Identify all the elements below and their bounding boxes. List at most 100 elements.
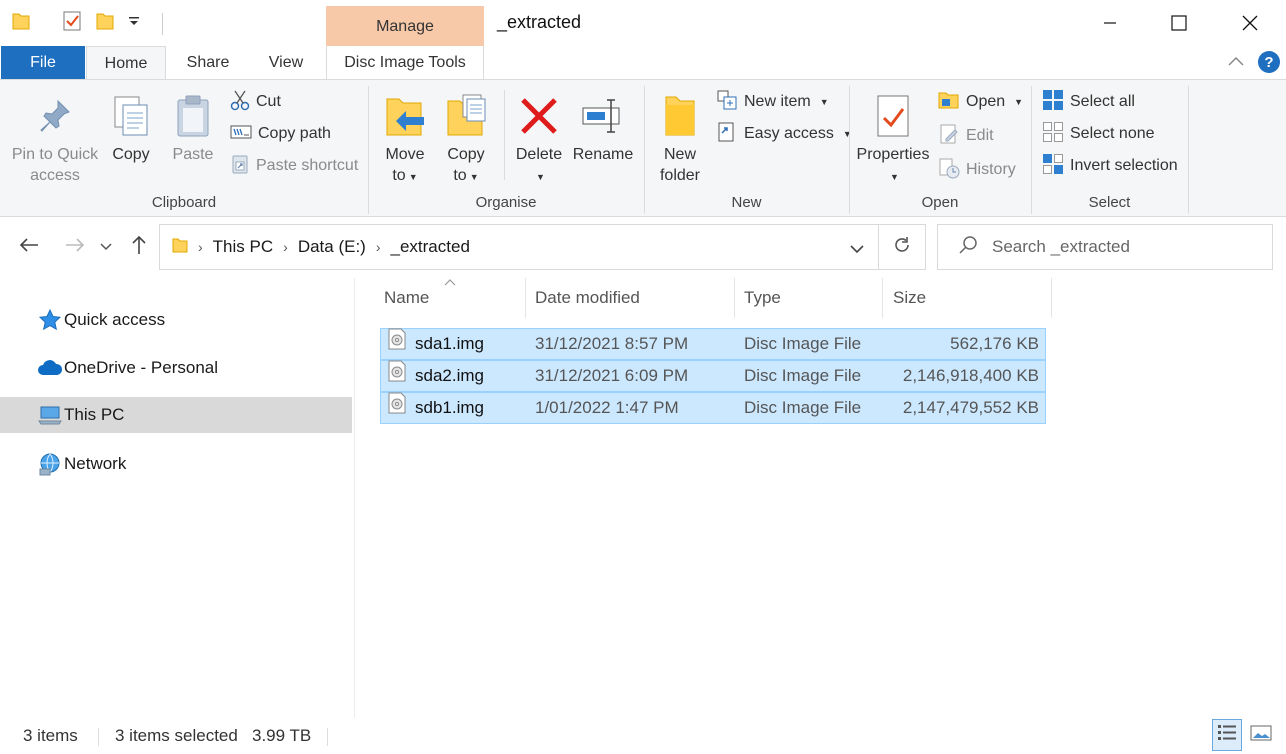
copy-path-button[interactable]: Copy path bbox=[230, 120, 331, 148]
column-divider[interactable] bbox=[734, 278, 735, 318]
column-divider[interactable] bbox=[882, 278, 883, 318]
copy-icon bbox=[104, 88, 158, 144]
pin-to-quick-access-button[interactable]: Pin to Quick access bbox=[6, 88, 104, 186]
forward-arrow-icon bbox=[65, 237, 85, 258]
refresh-button[interactable] bbox=[878, 224, 926, 270]
forward-button[interactable] bbox=[60, 232, 90, 262]
details-view-button[interactable] bbox=[1212, 719, 1242, 751]
pane-divider[interactable] bbox=[354, 278, 355, 718]
column-header-type[interactable]: Type bbox=[738, 278, 882, 318]
large-icons-view-icon bbox=[1250, 724, 1272, 747]
select-none-button[interactable]: Select none bbox=[1042, 120, 1155, 148]
nav-item-this-pc[interactable]: This PC bbox=[0, 397, 352, 433]
customize-qat-icon[interactable] bbox=[128, 14, 140, 33]
new-folder-button[interactable]: New folder bbox=[654, 88, 706, 186]
tab-disc-image-tools[interactable]: Disc Image Tools bbox=[326, 46, 484, 79]
new-item-button[interactable]: New item ▼ bbox=[716, 88, 829, 116]
title-bar: Manage _extracted bbox=[0, 0, 1286, 46]
table-row[interactable]: sdb1.img 1/01/2022 1:47 PM Disc Image Fi… bbox=[380, 392, 1046, 424]
cut-button[interactable]: Cut bbox=[230, 88, 281, 116]
computer-icon bbox=[36, 405, 64, 425]
nav-item-onedrive[interactable]: OneDrive - Personal bbox=[0, 350, 352, 386]
column-divider[interactable] bbox=[525, 278, 526, 318]
paste-shortcut-button[interactable]: Paste shortcut bbox=[230, 152, 358, 180]
file-type: Disc Image File bbox=[744, 334, 862, 353]
breadcrumb-this-pc[interactable]: This PC bbox=[213, 237, 273, 257]
back-arrow-icon bbox=[19, 237, 39, 258]
breadcrumb-chevron-icon[interactable]: › bbox=[198, 239, 203, 255]
invert-selection-button[interactable]: Invert selection bbox=[1042, 152, 1178, 180]
column-divider[interactable] bbox=[1051, 278, 1052, 318]
file-name: sda2.img bbox=[415, 366, 484, 385]
copy-to-button[interactable]: Copy to ▼ bbox=[438, 88, 494, 188]
delete-x-icon bbox=[512, 88, 566, 144]
move-to-button[interactable]: Move to ▼ bbox=[378, 88, 432, 188]
paste-button[interactable]: Paste bbox=[166, 88, 220, 165]
edit-icon bbox=[938, 123, 960, 150]
help-icon[interactable]: ? bbox=[1257, 50, 1281, 79]
ribbon-tab-row: File Home Share View Disc Image Tools ? bbox=[0, 46, 1286, 80]
folder-icon bbox=[172, 236, 188, 259]
breadcrumb-chevron-icon[interactable]: › bbox=[283, 239, 288, 255]
easy-access-icon bbox=[716, 121, 738, 148]
file-type: Disc Image File bbox=[744, 366, 862, 385]
collapse-ribbon-icon[interactable] bbox=[1226, 52, 1246, 77]
select-all-button[interactable]: Select all bbox=[1042, 88, 1135, 116]
breadcrumb: › This PC › Data (E:) › _extracted bbox=[172, 225, 470, 269]
properties-qat-icon[interactable] bbox=[62, 10, 82, 37]
history-button[interactable]: History bbox=[938, 156, 1016, 184]
table-row[interactable]: sda1.img 31/12/2021 8:57 PM Disc Image F… bbox=[380, 328, 1046, 360]
file-type: Disc Image File bbox=[744, 398, 862, 417]
file-size: 562,176 KB bbox=[950, 334, 1039, 353]
minimize-button[interactable] bbox=[1074, 0, 1146, 46]
maximize-button[interactable] bbox=[1143, 0, 1215, 46]
tab-home[interactable]: Home bbox=[86, 46, 166, 80]
copy-button[interactable]: Copy bbox=[104, 88, 158, 165]
new-item-icon bbox=[716, 89, 738, 116]
recent-locations-button[interactable] bbox=[94, 232, 118, 262]
dropdown-caret-icon: ▼ bbox=[842, 129, 852, 139]
ribbon: Pin to Quick access Copy Paste Cut Copy … bbox=[0, 79, 1286, 217]
address-bar[interactable]: › This PC › Data (E:) › _extracted bbox=[159, 224, 879, 270]
disc-image-file-icon bbox=[387, 360, 407, 392]
folder-icon bbox=[12, 11, 30, 36]
breadcrumb-data-drive[interactable]: Data (E:) bbox=[298, 237, 366, 257]
up-button[interactable] bbox=[124, 232, 154, 262]
copy-path-icon bbox=[230, 124, 252, 145]
address-history-chevron-icon[interactable] bbox=[850, 241, 864, 259]
back-button[interactable] bbox=[14, 232, 44, 262]
group-label-open: Open bbox=[921, 194, 959, 211]
search-box[interactable]: Search _extracted bbox=[937, 224, 1273, 270]
move-to-icon bbox=[378, 88, 432, 144]
tab-file[interactable]: File bbox=[1, 46, 85, 79]
chevron-down-icon bbox=[100, 238, 112, 256]
group-label-new: New bbox=[731, 194, 762, 211]
new-folder-qat-icon[interactable] bbox=[96, 11, 114, 36]
rename-button[interactable]: Rename bbox=[570, 88, 636, 165]
breadcrumb-extracted[interactable]: _extracted bbox=[391, 237, 470, 257]
easy-access-button[interactable]: Easy access ▼ bbox=[716, 120, 852, 148]
edit-button[interactable]: Edit bbox=[938, 122, 994, 150]
large-icons-view-button[interactable] bbox=[1246, 719, 1276, 751]
open-button[interactable]: Open ▼ bbox=[938, 88, 1023, 116]
search-input[interactable]: Search _extracted bbox=[992, 237, 1130, 257]
nav-item-network[interactable]: Network bbox=[0, 446, 352, 482]
properties-icon bbox=[856, 88, 930, 144]
refresh-icon bbox=[892, 235, 912, 260]
breadcrumb-chevron-icon[interactable]: › bbox=[376, 239, 381, 255]
tab-view[interactable]: View bbox=[250, 46, 322, 79]
nav-item-quick-access[interactable]: Quick access bbox=[0, 302, 352, 338]
column-header-size[interactable]: Size bbox=[887, 278, 1051, 318]
column-header-name[interactable]: Name bbox=[378, 278, 525, 318]
select-all-icon bbox=[1042, 89, 1064, 116]
selection-count: 3 items selected bbox=[115, 726, 238, 745]
invert-selection-icon bbox=[1042, 153, 1064, 180]
delete-button[interactable]: Delete ▼ bbox=[512, 88, 566, 188]
properties-button[interactable]: Properties ▼ bbox=[856, 88, 930, 188]
qat-separator bbox=[162, 12, 163, 35]
dropdown-caret-icon: ▼ bbox=[890, 172, 899, 182]
table-row[interactable]: sda2.img 31/12/2021 6:09 PM Disc Image F… bbox=[380, 360, 1046, 392]
column-header-date[interactable]: Date modified bbox=[529, 278, 734, 318]
close-button[interactable] bbox=[1214, 0, 1286, 46]
tab-share[interactable]: Share bbox=[172, 46, 244, 79]
